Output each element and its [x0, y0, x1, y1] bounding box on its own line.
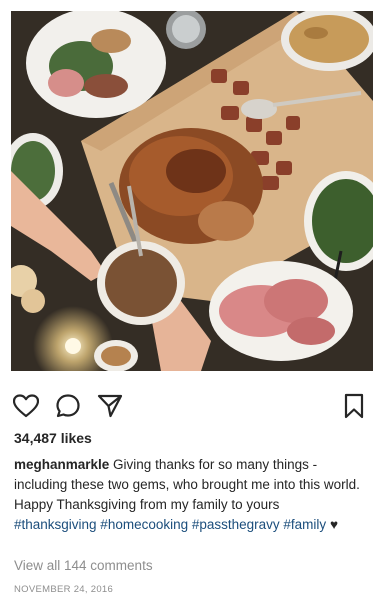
likes-count[interactable]: 34,487 likes — [14, 430, 92, 446]
post-date: NOVEMBER 24, 2016 — [14, 584, 114, 595]
heart-emoji: ♥ — [326, 517, 338, 532]
view-comments-link[interactable]: View all 144 comments — [14, 558, 153, 573]
heart-outline-icon — [13, 394, 39, 418]
save-button[interactable] — [340, 392, 368, 420]
post-photo[interactable] — [11, 11, 373, 371]
username-link[interactable]: meghanmarkle — [14, 457, 109, 472]
bookmark-icon — [344, 393, 364, 419]
speech-bubble-icon — [56, 394, 80, 418]
share-button[interactable] — [96, 392, 124, 420]
like-button[interactable] — [12, 392, 40, 420]
thanksgiving-table-image — [11, 11, 373, 371]
paper-plane-icon — [97, 394, 123, 418]
comment-button[interactable] — [54, 392, 82, 420]
post-caption: meghanmarkle Giving thanks for so many t… — [14, 455, 370, 535]
hashtag-links[interactable]: #thanksgiving #homecooking #passthegravy… — [14, 517, 326, 532]
post-actions — [0, 392, 383, 422]
